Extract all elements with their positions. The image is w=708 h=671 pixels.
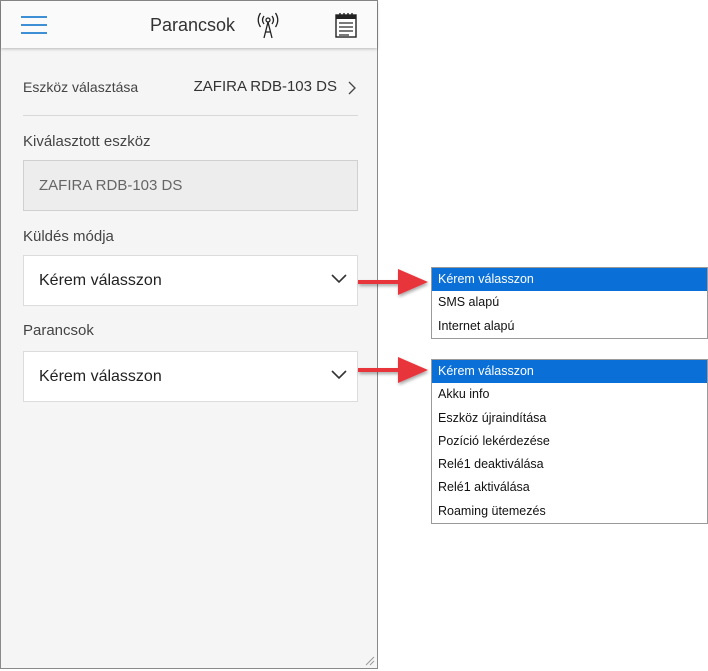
app-bar: Parancsok	[1, 1, 377, 48]
commands-dropdown-list: Kérem válasszon Akku info Eszköz újraindít…	[431, 359, 708, 525]
menu-icon[interactable]	[21, 14, 47, 36]
send-mode-option[interactable]: Internet alapú	[432, 315, 707, 338]
commands-option[interactable]: Relé1 aktiválása	[432, 476, 707, 499]
send-mode-value: Kérem válasszon	[39, 272, 162, 289]
commands-value: Kérem válasszon	[39, 368, 162, 385]
send-mode-option[interactable]: SMS alapú	[432, 291, 707, 314]
resize-grip-icon[interactable]	[363, 654, 375, 666]
commands-option[interactable]: Relé1 deaktiválása	[432, 453, 707, 476]
device-select-value: ZAFIRA RDB-103 DS	[193, 78, 337, 95]
page-title: Parancsok	[150, 15, 236, 35]
chevron-down-icon	[331, 370, 347, 380]
divider	[23, 115, 358, 116]
selected-device-field: ZAFIRA RDB-103 DS	[23, 160, 358, 211]
selected-device-value: ZAFIRA RDB-103 DS	[39, 177, 183, 194]
callout-arrow-icon	[358, 357, 428, 383]
phone-frame: Parancsok Eszköz választása ZAFIRA RDB-1…	[0, 0, 378, 669]
commands-option[interactable]: Kérem válasszon	[432, 360, 707, 384]
antenna-icon[interactable]	[255, 11, 281, 39]
chevron-right-icon	[348, 81, 356, 95]
send-mode-option[interactable]: Kérem válasszon	[432, 268, 707, 292]
send-mode-dropdown-list: Kérem válasszon SMS alapú Internet alapú	[431, 267, 708, 339]
device-select-row[interactable]: Eszköz választása ZAFIRA RDB-103 DS	[23, 78, 357, 99]
commands-label: Parancsok	[23, 322, 94, 339]
commands-option[interactable]: Akku info	[432, 383, 707, 406]
send-mode-label: Küldés módja	[23, 228, 114, 245]
send-mode-select[interactable]: Kérem válasszon	[23, 255, 358, 306]
chevron-down-icon	[331, 274, 347, 284]
selected-device-label: Kiválasztott eszköz	[23, 133, 151, 150]
callout-arrow-icon	[358, 269, 428, 295]
commands-option[interactable]: Eszköz újraindítása	[432, 407, 707, 430]
commands-select[interactable]: Kérem válasszon	[23, 351, 358, 402]
device-select-label: Eszköz választása	[23, 79, 139, 95]
notepad-icon[interactable]	[334, 12, 358, 38]
commands-option[interactable]: Pozíció lekérdezése	[432, 430, 707, 453]
commands-option[interactable]: Roaming ütemezés	[432, 500, 707, 523]
